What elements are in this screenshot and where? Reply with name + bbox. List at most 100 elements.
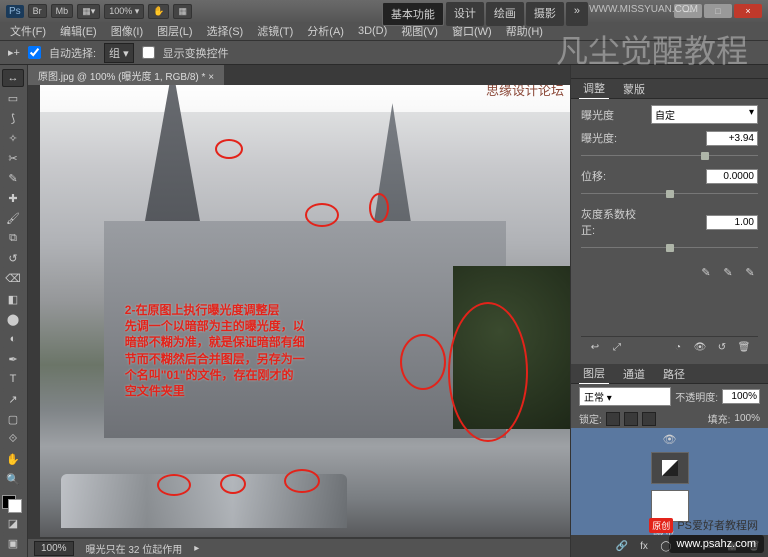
brush-tool[interactable]: 🖌 (2, 210, 24, 228)
fx-icon[interactable]: fx (636, 539, 652, 553)
tab-layers[interactable]: 图层 (579, 363, 609, 384)
mb-button[interactable]: Mb (51, 4, 74, 18)
workspace-paint[interactable]: 绘画 (486, 2, 524, 26)
eyedropper-white-icon[interactable]: ✎ (742, 264, 758, 280)
move-tool-icon: ▸+ (8, 46, 20, 59)
lasso-tool[interactable]: ⟆ (2, 109, 24, 127)
eyedropper-black-icon[interactable]: ✎ (698, 264, 714, 280)
fill-value[interactable]: 100% (734, 413, 760, 424)
opacity-label: 不透明度: (675, 389, 718, 404)
view-mode-button[interactable]: ▦▾ (77, 4, 100, 19)
exposure-slider[interactable] (581, 152, 758, 160)
tab-adjustments[interactable]: 调整 (579, 78, 609, 99)
autoselect-checkbox[interactable] (28, 46, 41, 59)
type-tool[interactable]: T (2, 370, 24, 388)
shape-tool[interactable]: ▢ (2, 411, 24, 429)
3d-tool[interactable]: ⟐ (2, 431, 24, 449)
opacity-value[interactable]: 100% (722, 389, 760, 404)
watermark-site1: WWW.MISSYUAN.COM (589, 4, 698, 15)
maximize-button[interactable]: □ (704, 4, 732, 18)
dodge-tool[interactable]: ◐ (2, 330, 24, 348)
workspace-photo[interactable]: 摄影 (526, 2, 564, 26)
offset-label: 位移: (581, 168, 645, 184)
eye-icon[interactable]: 👁 (692, 341, 708, 355)
eyedropper-gray-icon[interactable]: ✎ (720, 264, 736, 280)
br-button[interactable]: Br (28, 4, 47, 18)
extras-button[interactable]: ▦ (173, 4, 192, 19)
close-button[interactable]: × (734, 4, 762, 18)
zoom-tool[interactable]: 🔍 (2, 471, 24, 489)
offset-value[interactable]: 0.0000 (706, 169, 758, 184)
quickmask-tool[interactable]: ◪ (2, 515, 24, 533)
pen-tool[interactable]: ✒ (2, 350, 24, 368)
history-brush-tool[interactable]: ↺ (2, 250, 24, 268)
path-tool[interactable]: ↗ (2, 391, 24, 409)
hand-button[interactable]: ✋ (148, 4, 169, 19)
eraser-tool[interactable]: ⌫ (2, 270, 24, 288)
menu-file[interactable]: 文件(F) (4, 21, 52, 41)
reset-icon[interactable]: ↺ (714, 341, 730, 355)
document-tab[interactable]: 原图.jpg @ 100% (曝光度 1, RGB/8) * × (28, 65, 224, 85)
background-color[interactable] (8, 499, 22, 513)
workspace-basic[interactable]: 基本功能 (382, 2, 444, 26)
gamma-value[interactable]: 1.00 (706, 215, 758, 230)
autoselect-select[interactable]: 组 ▾ (104, 43, 134, 63)
menu-image[interactable]: 图像(I) (105, 21, 149, 41)
showtransform-checkbox[interactable] (142, 46, 155, 59)
link-icon[interactable]: 🔗 (614, 539, 630, 553)
tab-masks[interactable]: 蒙版 (619, 79, 649, 99)
menu-analysis[interactable]: 分析(A) (301, 21, 350, 41)
status-zoom[interactable]: 100% (34, 541, 74, 556)
return-icon[interactable]: ↩ (587, 341, 603, 355)
exposure-value[interactable]: +3.94 (706, 131, 758, 146)
zoom-indicator[interactable]: 100% ▾ (104, 4, 144, 19)
menu-edit[interactable]: 编辑(E) (54, 21, 103, 41)
blur-tool[interactable]: ⬤ (2, 310, 24, 328)
trash-icon[interactable]: 🗑 (736, 341, 752, 355)
offset-slider[interactable] (581, 190, 758, 198)
lock-all-icon[interactable] (642, 412, 656, 426)
status-info: 曝光只在 32 位起作用 (86, 541, 183, 556)
annotation-circle (369, 193, 389, 223)
crop-tool[interactable]: ✂ (2, 149, 24, 167)
adjustment-thumb (651, 452, 689, 484)
heal-tool[interactable]: ✚ (2, 190, 24, 208)
autoselect-label: 自动选择: (49, 45, 96, 61)
lock-position-icon[interactable] (624, 412, 638, 426)
watermark-yc: 原创 PS爱好者教程网 (649, 517, 758, 533)
eyedropper-tool[interactable]: ✎ (2, 169, 24, 187)
hand-tool[interactable]: ✋ (2, 451, 24, 469)
move-tool[interactable]: ↔ (2, 69, 24, 87)
gradient-tool[interactable]: ◧ (2, 290, 24, 308)
showtransform-label: 显示变换控件 (163, 45, 229, 61)
gamma-label: 灰度系数校正: (581, 206, 645, 238)
annotation-circle (284, 469, 320, 493)
tab-channels[interactable]: 通道 (619, 364, 649, 384)
wand-tool[interactable]: ✧ (2, 129, 24, 147)
gamma-slider[interactable] (581, 244, 758, 252)
expand-icon[interactable]: ⤢ (609, 341, 625, 355)
toolbox: ↔ ▭ ⟆ ✧ ✂ ✎ ✚ 🖌 ⧉ ↺ ⌫ ◧ ⬤ ◐ ✒ T ↗ ▢ ⟐ ✋ … (0, 65, 28, 557)
workspace-more[interactable]: » (566, 2, 588, 26)
menu-filter[interactable]: 滤镜(T) (251, 21, 299, 41)
menu-select[interactable]: 选择(S) (201, 21, 250, 41)
stamp-tool[interactable]: ⧉ (2, 230, 24, 248)
annotation-circle (220, 474, 246, 494)
canvas[interactable]: 2-在原图上执行曝光度调整层 先调一个以暗部为主的曝光度，以 暗部不糊为准，就是… (40, 85, 570, 537)
tab-paths[interactable]: 路径 (659, 364, 689, 384)
lock-pixels-icon[interactable] (606, 412, 620, 426)
annotation-circle (448, 302, 528, 442)
workspace-design[interactable]: 设计 (446, 2, 484, 26)
exposure-title: 曝光度 (581, 107, 645, 123)
menu-layer[interactable]: 图层(L) (151, 21, 198, 41)
marquee-tool[interactable]: ▭ (2, 89, 24, 107)
annotation-circle (215, 139, 243, 159)
clip-icon[interactable]: ◔ (670, 341, 686, 355)
color-swatch[interactable] (2, 495, 22, 513)
blend-mode-select[interactable]: 正常 ▾ (579, 387, 671, 406)
photo-content: 2-在原图上执行曝光度调整层 先调一个以暗部为主的曝光度，以 暗部不糊为准，就是… (40, 85, 570, 537)
screenmode-tool[interactable]: ▣ (2, 535, 24, 553)
layer-visibility-icon[interactable]: 👁 (663, 432, 677, 446)
preset-select[interactable]: 自定▾ (651, 105, 758, 124)
status-arrow[interactable]: ▸ (194, 543, 199, 554)
